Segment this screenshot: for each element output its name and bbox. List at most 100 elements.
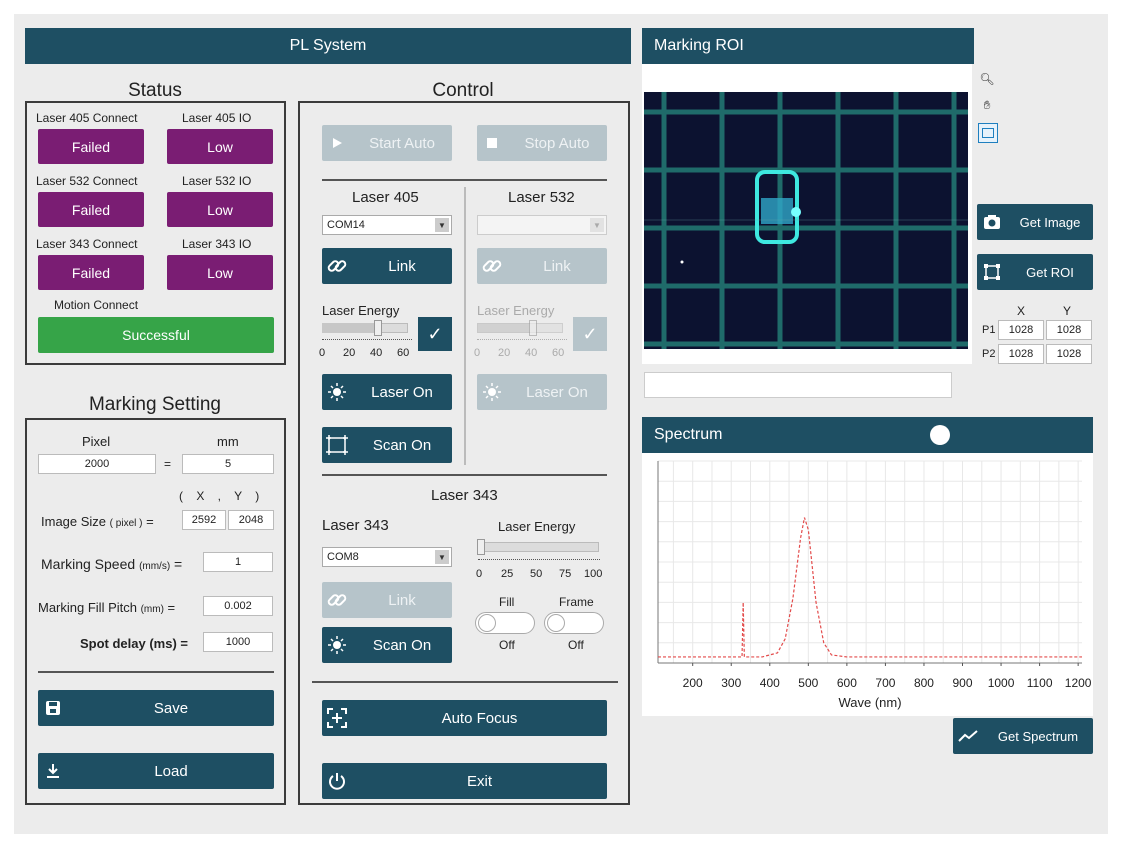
laser405-energy-label: Laser Energy (322, 303, 400, 318)
hand-icon[interactable]: ✋︎ (978, 96, 996, 114)
fill-state: Off (499, 638, 515, 652)
pixel-label: Pixel (82, 434, 111, 449)
laser343-title: Laser 343 (431, 487, 498, 504)
zoom-icon[interactable]: 🔍︎ (978, 70, 996, 88)
auto-focus-button[interactable]: Auto Focus (322, 700, 607, 736)
laser405-io-status: Low (167, 129, 273, 164)
laser343-port-select[interactable]: COM8 ▼ (322, 547, 452, 567)
save-icon (38, 700, 68, 716)
control-title: Control (432, 80, 494, 101)
control-divider-top (322, 179, 607, 181)
spot-delay-input[interactable]: 1000 (203, 632, 273, 652)
laser405-port-value: COM14 (327, 219, 365, 231)
roi-p2-y[interactable]: 1028 (1046, 344, 1092, 364)
start-auto-button[interactable]: Start Auto (322, 125, 452, 161)
laser532-energy-apply-button[interactable]: ✓ (573, 317, 607, 351)
laser343-energy-ticks (478, 559, 600, 564)
laser343-connect-status: Failed (38, 255, 144, 290)
marking-speed-input[interactable]: 1 (203, 552, 273, 572)
laser405-on-button[interactable]: Laser On (322, 374, 452, 410)
laser532-energy-ticks (477, 339, 567, 344)
select-icon[interactable] (978, 123, 998, 143)
link-icon (477, 255, 507, 277)
spectrum-series-line (658, 517, 1082, 658)
spectrum-plot: 200 300 400 500 600 700 800 900 1000 1100 1200 Wave… (657, 460, 1092, 710)
stop-icon (477, 137, 507, 149)
exit-button[interactable]: Exit (322, 763, 607, 799)
x-tick-label: 600 (837, 676, 857, 690)
laser343-scan-label: Scan On (372, 636, 432, 654)
spectrum-chart: 200 300 400 500 600 700 800 900 1000 1100 1200 Wave… (642, 453, 1093, 716)
get-roi-button[interactable]: Get ROI (977, 254, 1093, 290)
x-tick-label: 900 (952, 676, 972, 690)
x-tick-label: 500 (798, 676, 818, 690)
chart-icon (953, 729, 983, 743)
x-tick-label: 800 (914, 676, 934, 690)
laser343-scan-button[interactable]: Scan On (322, 627, 452, 663)
control-divider-bottom (312, 681, 618, 683)
fill-pitch-input[interactable]: 0.002 (203, 596, 273, 616)
laser405-tick-20: 20 (343, 347, 356, 359)
roi-status-field (644, 372, 952, 398)
fill-label: Fill (499, 595, 515, 609)
laser532-energy-label: Laser Energy (477, 303, 555, 318)
roi-image[interactable] (644, 92, 968, 349)
laser532-energy-fill (477, 323, 529, 333)
mm-input[interactable]: 5 (182, 454, 274, 474)
laser405-tick-60: 60 (397, 347, 410, 359)
roi-title: Marking ROI (654, 37, 744, 54)
laser405-energy-thumb[interactable] (374, 320, 382, 336)
frame-toggle[interactable] (544, 612, 604, 634)
laser532-on-button[interactable]: Laser On (477, 374, 607, 410)
app-title-bar: PL System (25, 28, 631, 64)
laser343-energy-thumb[interactable] (477, 539, 485, 555)
laser343-tick-25: 25 (501, 568, 514, 580)
laser532-io-label: Laser 532 IO (182, 174, 252, 188)
save-button[interactable]: Save (38, 690, 274, 726)
stop-auto-button[interactable]: Stop Auto (477, 125, 607, 161)
get-spectrum-button[interactable]: Get Spectrum (953, 718, 1093, 754)
laser343-link-label: Link (388, 591, 416, 609)
laser405-scan-label: Scan On (372, 436, 432, 454)
chevron-down-icon: ▼ (590, 218, 604, 232)
fill-toggle[interactable] (475, 612, 535, 634)
get-image-label: Get Image (1019, 214, 1081, 230)
laser343-link-button[interactable]: Link (322, 582, 452, 618)
chevron-down-icon: ▼ (435, 550, 449, 564)
laser405-port-select[interactable]: COM14 ▼ (322, 215, 452, 235)
laser532-link-button[interactable]: Link (477, 248, 607, 284)
laser405-scan-button[interactable]: Scan On (322, 427, 452, 463)
roi-p1-y[interactable]: 1028 (1046, 320, 1092, 340)
x-tick-label: 1100 (1027, 676, 1053, 690)
laser343-energy-slider[interactable] (477, 542, 599, 552)
x-tick-label: 700 (875, 676, 895, 690)
focus-icon (322, 708, 352, 728)
image-size-y-input[interactable]: 2048 (228, 510, 274, 530)
laser-column-divider (464, 187, 466, 465)
get-image-button[interactable]: Get Image (977, 204, 1093, 240)
stop-auto-label: Stop Auto (524, 134, 590, 152)
spectrum-title-bar: Spectrum (642, 417, 1093, 453)
roi-p2-x[interactable]: 1028 (998, 344, 1044, 364)
pixel-input[interactable]: 2000 (38, 454, 156, 474)
laser532-energy-thumb[interactable] (529, 320, 537, 336)
laser405-energy-fill (322, 323, 374, 333)
auto-focus-label: Auto Focus (441, 709, 518, 727)
laser532-port-select[interactable]: ▼ (477, 215, 607, 235)
exit-label: Exit (466, 772, 492, 790)
laser405-link-button[interactable]: Link (322, 248, 452, 284)
x-tick-label: 300 (721, 676, 741, 690)
laser532-tick-60: 60 (552, 347, 565, 359)
power-icon (322, 772, 352, 790)
roi-p1-x[interactable]: 1028 (998, 320, 1044, 340)
status-panel: Laser 405 Connect Laser 405 IO Failed Lo… (25, 101, 286, 365)
chevron-down-icon: ▼ (435, 218, 449, 232)
load-button[interactable]: Load (38, 753, 274, 789)
laser532-io-status: Low (167, 192, 273, 227)
load-label: Load (154, 762, 188, 780)
app-title: PL System (289, 37, 367, 54)
laser405-energy-apply-button[interactable]: ✓ (418, 317, 452, 351)
laser343-tick-100: 100 (584, 568, 603, 580)
image-size-label: Image Size ( pixel ) = (41, 514, 154, 529)
image-size-x-input[interactable]: 2592 (182, 510, 226, 530)
